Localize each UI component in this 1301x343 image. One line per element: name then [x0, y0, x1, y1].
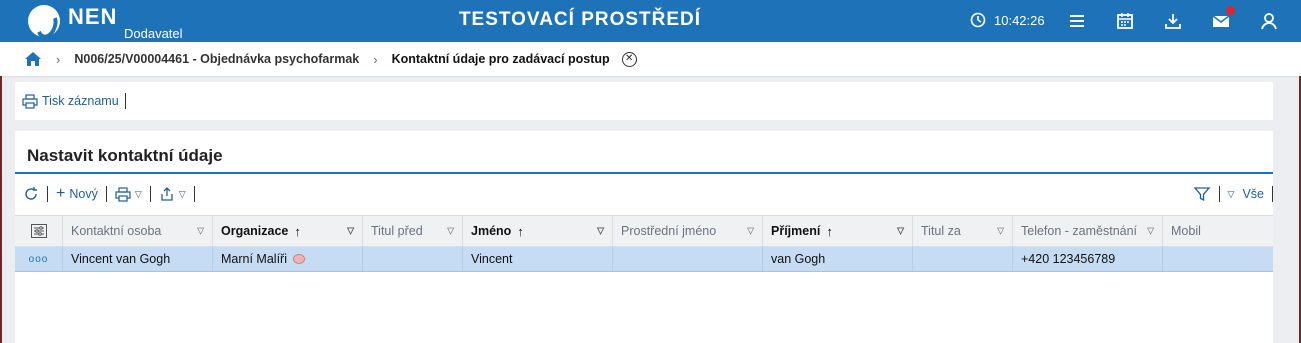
- chevron-down-icon: ▽: [178, 188, 186, 199]
- column-header-surname[interactable]: Příjmení ↑ ▽: [763, 216, 913, 246]
- download-icon[interactable]: [1163, 11, 1183, 31]
- session-clock: 10:42:26: [970, 12, 1045, 28]
- organization-icon: [292, 254, 305, 264]
- column-header-label: Titul před: [371, 224, 423, 238]
- column-header-label: Kontaktní osoba: [71, 224, 162, 238]
- refresh-button[interactable]: [23, 186, 39, 202]
- sort-ascending-icon: ↑: [294, 223, 301, 239]
- user-icon[interactable]: [1259, 11, 1279, 31]
- notification-dot: [1226, 6, 1235, 15]
- clock-icon: [970, 12, 986, 28]
- column-filter-icon[interactable]: ▽: [997, 226, 1004, 237]
- mail-icon[interactable]: [1211, 6, 1235, 31]
- column-settings-button[interactable]: [15, 216, 63, 246]
- filter-all-dropdown[interactable]: ▽ Vše: [1228, 187, 1264, 201]
- breadcrumb: › N006/25/V00004461 - Objednávka psychof…: [0, 42, 1301, 76]
- menu-icon[interactable]: [1067, 11, 1087, 31]
- calendar-icon[interactable]: [1115, 11, 1135, 31]
- column-filter-icon[interactable]: ▽: [197, 226, 204, 237]
- row-actions-icon[interactable]: ooo: [15, 247, 63, 271]
- plus-icon: +: [56, 185, 66, 202]
- chevron-down-icon: ▽: [134, 188, 142, 199]
- cell-organization: Marní Malíři: [213, 247, 363, 271]
- cell-surname: van Gogh: [763, 247, 913, 271]
- column-filter-icon[interactable]: ▽: [1147, 226, 1154, 237]
- top-bar: NEN Dodavatel TESTOVACÍ PROSTŘEDÍ 10:42:…: [0, 0, 1301, 42]
- divider: [193, 186, 195, 202]
- column-header-mobile[interactable]: Mobil: [1163, 216, 1273, 246]
- sort-ascending-icon: ↑: [517, 223, 524, 239]
- divider: [149, 186, 151, 202]
- printer-icon: [115, 186, 131, 202]
- print-record-button[interactable]: Tisk záznamu: [42, 94, 119, 108]
- divider: [1218, 186, 1220, 202]
- column-header-phone[interactable]: Telefon - zaměstnání ▽: [1013, 216, 1163, 246]
- column-header-label: Jméno: [471, 224, 512, 238]
- column-header-middle-name[interactable]: Prostřední jméno ▽: [613, 216, 763, 246]
- cell-middle-name: [613, 247, 763, 271]
- column-header-title-before[interactable]: Titul před ▽: [363, 216, 463, 246]
- export-menu-button[interactable]: ▽: [159, 186, 186, 202]
- refresh-icon: [25, 187, 37, 200]
- cell-title-before: [363, 247, 463, 271]
- home-icon[interactable]: [24, 51, 42, 67]
- clock-time: 10:42:26: [994, 12, 1045, 28]
- breadcrumb-item-current: Kontaktní údaje pro zadávací postup: [391, 52, 610, 66]
- breadcrumb-separator-icon: ›: [373, 51, 378, 67]
- grid-header-row: Kontaktní osoba ▽ Organizace ↑ ▽ Titul p…: [15, 215, 1273, 247]
- column-settings-icon: [30, 224, 47, 238]
- panel-title: Nastavit kontaktní údaje: [27, 146, 223, 165]
- column-header-label: Organizace: [221, 224, 289, 238]
- column-header-first-name[interactable]: Jméno ↑ ▽: [463, 216, 613, 246]
- close-tab-icon[interactable]: ✕: [621, 51, 637, 67]
- column-header-label: Titul za: [921, 224, 961, 238]
- table-row[interactable]: ooo Vincent van Gogh Marní Malíři Vincen…: [15, 247, 1273, 272]
- column-filter-icon[interactable]: ▽: [897, 226, 904, 237]
- sort-ascending-icon: ↑: [826, 223, 833, 239]
- column-header-title-after[interactable]: Titul za ▽: [913, 216, 1013, 246]
- printer-icon: [22, 93, 38, 109]
- grid-toolbar: + Nový ▽ ▽ ▽ Vše: [15, 181, 1273, 207]
- cell-title-after: [913, 247, 1013, 271]
- divider: [105, 186, 107, 202]
- contact-settings-panel: Nastavit kontaktní údaje + Nový ▽ ▽ ▽ Vš…: [15, 131, 1273, 343]
- breadcrumb-separator-icon: ›: [56, 51, 61, 67]
- column-filter-icon[interactable]: ▽: [347, 226, 354, 237]
- contacts-grid: Kontaktní osoba ▽ Organizace ↑ ▽ Titul p…: [15, 215, 1273, 272]
- print-menu-button[interactable]: ▽: [115, 186, 142, 202]
- column-filter-icon[interactable]: ▽: [747, 226, 754, 237]
- column-header-label: Mobil: [1171, 224, 1201, 238]
- cell-phone: +420 123456789: [1013, 247, 1163, 271]
- organization-name: Marní Malíři: [221, 252, 287, 266]
- filter-icon[interactable]: [1193, 185, 1211, 203]
- cell-first-name: Vincent: [463, 247, 613, 271]
- cell-mobile: [1163, 247, 1273, 271]
- column-filter-icon[interactable]: ▽: [447, 226, 454, 237]
- column-header-contact-person[interactable]: Kontaktní osoba ▽: [63, 216, 213, 246]
- cell-contact-person: Vincent van Gogh: [63, 247, 213, 271]
- panel-title-rule: [15, 172, 1273, 174]
- export-icon: [161, 187, 173, 201]
- chevron-down-icon: ▽: [1227, 188, 1235, 199]
- record-actions-bar: Tisk záznamu: [15, 82, 1273, 120]
- new-button[interactable]: + Nový: [56, 186, 98, 202]
- grid-toolbar-right: ▽ Vše: [1193, 181, 1273, 207]
- column-header-label: Příjmení: [771, 224, 821, 238]
- column-header-organization[interactable]: Organizace ↑ ▽: [213, 216, 363, 246]
- divider: [47, 186, 48, 202]
- column-header-label: Prostřední jméno: [621, 224, 717, 238]
- filter-all-label: Vše: [1242, 187, 1264, 201]
- column-filter-icon[interactable]: ▽: [597, 226, 604, 237]
- column-header-label: Telefon - zaměstnání: [1021, 224, 1138, 238]
- divider: [1272, 186, 1273, 202]
- breadcrumb-item-order[interactable]: N006/25/V00004461 - Objednávka psychofar…: [74, 52, 359, 66]
- new-button-label: Nový: [69, 187, 98, 201]
- divider: [124, 93, 126, 109]
